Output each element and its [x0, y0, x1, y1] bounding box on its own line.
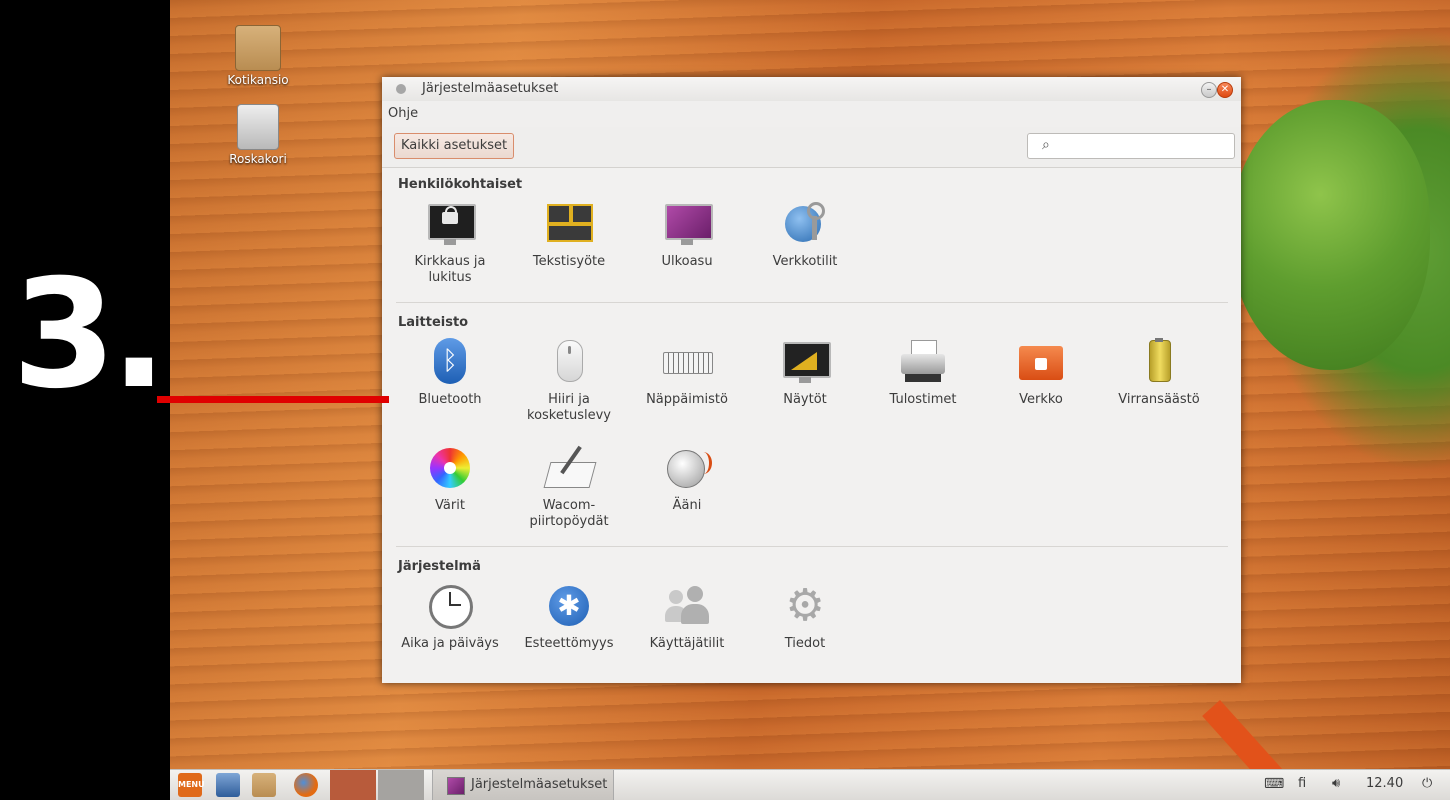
sound-icon — [663, 444, 712, 492]
section-title-hardware: Laitteisto — [398, 315, 469, 330]
setting-label: Näytöt — [783, 392, 827, 407]
setting-bluetooth[interactable]: ᛒ Bluetooth — [394, 338, 506, 408]
clock[interactable]: 12.40 — [1366, 776, 1403, 791]
setting-label: Bluetooth — [418, 392, 482, 407]
setting-label: Tekstisyöte — [532, 254, 606, 269]
mouse-icon — [545, 338, 593, 386]
setting-sound[interactable]: Ääni — [631, 444, 743, 514]
brightness-lock-icon — [426, 200, 476, 248]
menu-help[interactable]: Ohje — [388, 106, 418, 121]
setting-label: Esteettömyys — [524, 636, 614, 651]
desktop-icon-label: Kotikansio — [227, 73, 289, 87]
pencil-wallpaper-decoration — [1202, 700, 1328, 769]
section-divider — [396, 546, 1228, 547]
taskbar-window-label: Järjestelmäasetukset — [471, 777, 608, 792]
desktop-icon-trash[interactable]: Roskakori — [213, 104, 303, 166]
toolbar: Kaikki asetukset ⌕ — [382, 127, 1241, 168]
desktop-icon-label: Roskakori — [229, 152, 287, 166]
trash-icon — [237, 104, 279, 150]
color-icon — [426, 444, 474, 492]
setting-label: Näppäimistö — [646, 392, 728, 407]
users-icon — [663, 582, 711, 630]
keyboard-icon — [663, 338, 713, 386]
menubar: Ohje — [382, 101, 1241, 127]
setting-label: Tulostimet — [889, 392, 957, 407]
setting-label: Verkko — [1019, 392, 1063, 407]
close-button[interactable]: ✕ — [1217, 82, 1233, 98]
setting-accessibility[interactable]: ✱ Esteettömyys — [513, 582, 625, 652]
setting-label: Tiedot — [784, 636, 826, 651]
all-settings-button[interactable]: Kaikki asetukset — [394, 133, 515, 159]
online-accounts-icon — [781, 200, 829, 248]
power-menu-icon[interactable]: ⏻ — [1422, 776, 1432, 791]
setting-printers[interactable]: Tulostimet — [867, 338, 979, 408]
accessibility-icon: ✱ — [545, 582, 593, 630]
setting-label: Käyttäjätilit — [649, 636, 725, 651]
text-entry-icon — [545, 200, 593, 248]
system-settings-window: Järjestelmäasetukset – ✕ Ohje Kaikki ase… — [382, 77, 1241, 683]
pointer-line-overlay — [157, 396, 389, 403]
window-titlebar[interactable]: Järjestelmäasetukset – ✕ — [382, 77, 1241, 101]
bluetooth-icon: ᛒ — [426, 338, 474, 386]
settings-app-icon — [447, 777, 465, 795]
setting-appearance[interactable]: Ulkoasu — [631, 200, 743, 270]
setting-label: Ääni — [672, 498, 702, 513]
clock-icon — [426, 582, 474, 630]
setting-network[interactable]: Verkko — [985, 338, 1097, 408]
setting-label: Hiiri ja kosketuslevy — [527, 392, 611, 423]
apple-wallpaper-decoration — [1230, 100, 1430, 370]
firefox-icon[interactable] — [294, 773, 318, 797]
setting-label: Ulkoasu — [661, 254, 713, 269]
show-desktop-icon[interactable] — [216, 773, 240, 797]
step-number-overlay: 3. — [12, 248, 167, 422]
power-icon — [1135, 338, 1183, 386]
setting-brightness-lock[interactable]: Kirkkaus ja lukitus — [394, 200, 506, 286]
workspace-1[interactable] — [330, 770, 376, 800]
wacom-icon — [543, 444, 597, 492]
setting-user-accounts[interactable]: Käyttäjätilit — [631, 582, 743, 652]
setting-date-time[interactable]: Aika ja päiväys — [394, 582, 506, 652]
volume-icon[interactable]: 🔊︎ — [1332, 776, 1340, 791]
section-title-system: Järjestelmä — [398, 559, 481, 574]
setting-label: Wacom-piirtopöydät — [529, 498, 609, 529]
workspace-2[interactable] — [378, 770, 424, 800]
setting-label: Kirkkaus ja lukitus — [414, 254, 486, 285]
home-folder-icon — [235, 25, 281, 71]
setting-color[interactable]: Värit — [394, 444, 506, 514]
taskbar: MENU Järjestelmäasetukset ⌨ fi 🔊︎ 12.40 … — [170, 769, 1450, 800]
section-title-personal: Henkilökohtaiset — [398, 177, 523, 192]
taskbar-window-button[interactable]: Järjestelmäasetukset — [432, 770, 614, 800]
setting-online-accounts[interactable]: Verkkotilit — [749, 200, 861, 270]
printer-icon — [899, 338, 947, 386]
setting-power[interactable]: Virransäästö — [1103, 338, 1215, 408]
keyboard-layout-indicator[interactable]: fi — [1298, 776, 1306, 791]
setting-label: Värit — [435, 498, 465, 513]
setting-details[interactable]: ⚙ Tiedot — [749, 582, 861, 652]
file-manager-icon[interactable] — [252, 773, 276, 797]
setting-label: Virransäästö — [1118, 392, 1200, 407]
search-input[interactable]: ⌕ — [1027, 133, 1235, 159]
section-divider — [396, 302, 1228, 303]
window-menu-icon[interactable] — [396, 84, 406, 94]
window-title: Järjestelmäasetukset — [422, 81, 559, 96]
setting-text-entry[interactable]: Tekstisyöte — [513, 200, 625, 270]
setting-wacom[interactable]: Wacom-piirtopöydät — [513, 444, 625, 530]
setting-label: Verkkotilit — [772, 254, 838, 269]
displays-icon — [781, 338, 831, 386]
appearance-icon — [663, 200, 713, 248]
setting-keyboard[interactable]: Näppäimistö — [631, 338, 743, 408]
setting-label: Aika ja päiväys — [401, 636, 499, 651]
setting-mouse[interactable]: Hiiri ja kosketuslevy — [513, 338, 625, 424]
desktop-icon-home[interactable]: Kotikansio — [213, 25, 303, 87]
search-icon: ⌕ — [1042, 137, 1050, 153]
keyboard-layout-icon[interactable]: ⌨ — [1264, 776, 1284, 792]
gear-icon: ⚙ — [785, 580, 825, 631]
minimize-button[interactable]: – — [1201, 82, 1217, 98]
setting-displays[interactable]: Näytöt — [749, 338, 861, 408]
network-icon — [1017, 338, 1065, 386]
settings-content: Henkilökohtaiset Kirkkaus ja lukitus Tek… — [382, 168, 1241, 683]
main-menu-button[interactable]: MENU — [178, 773, 205, 797]
